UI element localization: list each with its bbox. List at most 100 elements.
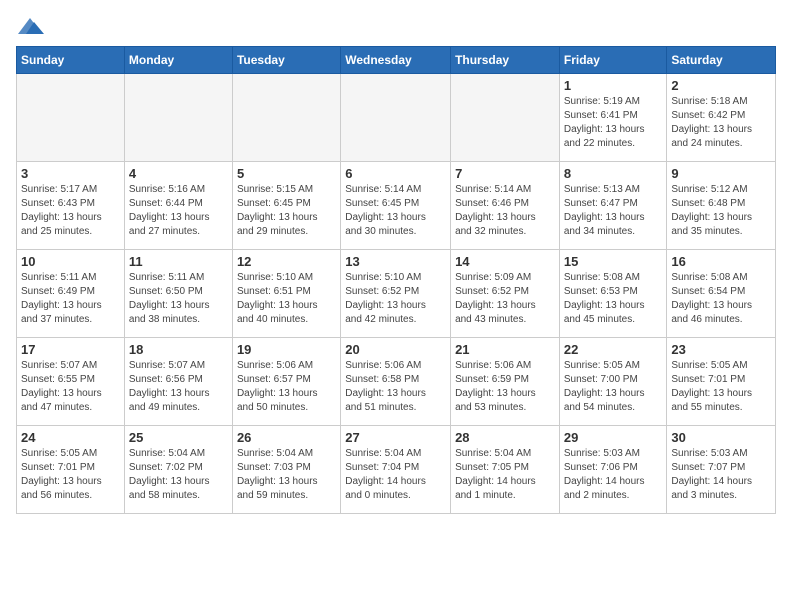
day-cell: 6 Sunrise: 5:14 AM Sunset: 6:45 PM Daylig…: [341, 162, 451, 250]
day-number: 15: [564, 254, 663, 269]
calendar: SundayMondayTuesdayWednesdayThursdayFrid…: [16, 46, 776, 514]
day-info: Sunrise: 5:05 AM Sunset: 7:01 PM Dayligh…: [671, 359, 771, 415]
day-number: 16: [671, 254, 771, 269]
day-cell: 21 Sunrise: 5:06 AM Sunset: 6:59 PM Dayli…: [451, 338, 560, 426]
day-info: Sunrise: 5:04 AM Sunset: 7:03 PM Dayligh…: [237, 447, 336, 503]
day-cell: 7 Sunrise: 5:14 AM Sunset: 6:46 PM Daylig…: [451, 162, 560, 250]
day-cell: 2 Sunrise: 5:18 AM Sunset: 6:42 PM Daylig…: [667, 74, 776, 162]
day-header-thursday: Thursday: [451, 47, 560, 74]
day-info: Sunrise: 5:03 AM Sunset: 7:07 PM Dayligh…: [671, 447, 771, 503]
day-info: Sunrise: 5:04 AM Sunset: 7:04 PM Dayligh…: [345, 447, 446, 503]
day-number: 10: [21, 254, 120, 269]
day-cell: 25 Sunrise: 5:04 AM Sunset: 7:02 PM Dayli…: [124, 426, 232, 514]
day-info: Sunrise: 5:06 AM Sunset: 6:59 PM Dayligh…: [455, 359, 555, 415]
day-info: Sunrise: 5:05 AM Sunset: 7:00 PM Dayligh…: [564, 359, 663, 415]
day-info: Sunrise: 5:08 AM Sunset: 6:53 PM Dayligh…: [564, 271, 663, 327]
day-number: 17: [21, 342, 120, 357]
day-header-wednesday: Wednesday: [341, 47, 451, 74]
day-number: 18: [129, 342, 228, 357]
day-cell: [17, 74, 125, 162]
day-cell: 17 Sunrise: 5:07 AM Sunset: 6:55 PM Dayli…: [17, 338, 125, 426]
day-info: Sunrise: 5:12 AM Sunset: 6:48 PM Dayligh…: [671, 183, 771, 239]
day-info: Sunrise: 5:11 AM Sunset: 6:50 PM Dayligh…: [129, 271, 228, 327]
day-info: Sunrise: 5:10 AM Sunset: 6:52 PM Dayligh…: [345, 271, 446, 327]
week-row-4: 17 Sunrise: 5:07 AM Sunset: 6:55 PM Dayli…: [17, 338, 776, 426]
day-cell: 23 Sunrise: 5:05 AM Sunset: 7:01 PM Dayli…: [667, 338, 776, 426]
day-cell: 20Sunrise: 5:06 AM Sunset: 6:58 PM Dayli…: [341, 338, 451, 426]
day-number: 4: [129, 166, 228, 181]
day-header-friday: Friday: [559, 47, 667, 74]
day-number: 20: [345, 342, 446, 357]
day-info: Sunrise: 5:11 AM Sunset: 6:49 PM Dayligh…: [21, 271, 120, 327]
day-cell: 22 Sunrise: 5:05 AM Sunset: 7:00 PM Dayli…: [559, 338, 667, 426]
day-cell: [232, 74, 340, 162]
day-number: 9: [671, 166, 771, 181]
day-info: Sunrise: 5:03 AM Sunset: 7:06 PM Dayligh…: [564, 447, 663, 503]
day-cell: 26 Sunrise: 5:04 AM Sunset: 7:03 PM Dayli…: [232, 426, 340, 514]
day-info: Sunrise: 5:09 AM Sunset: 6:52 PM Dayligh…: [455, 271, 555, 327]
day-number: 5: [237, 166, 336, 181]
day-number: 8: [564, 166, 663, 181]
day-info: Sunrise: 5:07 AM Sunset: 6:55 PM Dayligh…: [21, 359, 120, 415]
day-info: Sunrise: 5:04 AM Sunset: 7:05 PM Dayligh…: [455, 447, 555, 503]
day-number: 11: [129, 254, 228, 269]
day-cell: 14 Sunrise: 5:09 AM Sunset: 6:52 PM Dayli…: [451, 250, 560, 338]
day-cell: 19Sunrise: 5:06 AM Sunset: 6:57 PM Dayli…: [232, 338, 340, 426]
day-number: 6: [345, 166, 446, 181]
day-cell: 11 Sunrise: 5:11 AM Sunset: 6:50 PM Dayli…: [124, 250, 232, 338]
day-cell: 12 Sunrise: 5:10 AM Sunset: 6:51 PM Dayli…: [232, 250, 340, 338]
week-row-1: 1 Sunrise: 5:19 AM Sunset: 6:41 PM Daylig…: [17, 74, 776, 162]
day-info: Sunrise: 5:16 AM Sunset: 6:44 PM Dayligh…: [129, 183, 228, 239]
day-cell: 10 Sunrise: 5:11 AM Sunset: 6:49 PM Dayli…: [17, 250, 125, 338]
header: [16, 16, 776, 38]
logo: [16, 16, 48, 38]
day-number: 21: [455, 342, 555, 357]
day-cell: 1 Sunrise: 5:19 AM Sunset: 6:41 PM Daylig…: [559, 74, 667, 162]
day-header-sunday: Sunday: [17, 47, 125, 74]
day-info: Sunrise: 5:19 AM Sunset: 6:41 PM Dayligh…: [564, 95, 663, 151]
logo-icon: [16, 16, 44, 38]
day-info: Sunrise: 5:14 AM Sunset: 6:46 PM Dayligh…: [455, 183, 555, 239]
day-info: Sunrise: 5:08 AM Sunset: 6:54 PM Dayligh…: [671, 271, 771, 327]
week-row-2: 3Sunrise: 5:17 AM Sunset: 6:43 PM Daylig…: [17, 162, 776, 250]
day-cell: 3Sunrise: 5:17 AM Sunset: 6:43 PM Daylig…: [17, 162, 125, 250]
day-number: 7: [455, 166, 555, 181]
day-info: Sunrise: 5:18 AM Sunset: 6:42 PM Dayligh…: [671, 95, 771, 151]
day-number: 29: [564, 430, 663, 445]
day-cell: [341, 74, 451, 162]
day-number: 23: [671, 342, 771, 357]
day-info: Sunrise: 5:14 AM Sunset: 6:45 PM Dayligh…: [345, 183, 446, 239]
day-info: Sunrise: 5:04 AM Sunset: 7:02 PM Dayligh…: [129, 447, 228, 503]
day-number: 26: [237, 430, 336, 445]
day-number: 30: [671, 430, 771, 445]
day-info: Sunrise: 5:10 AM Sunset: 6:51 PM Dayligh…: [237, 271, 336, 327]
day-cell: 18Sunrise: 5:07 AM Sunset: 6:56 PM Dayli…: [124, 338, 232, 426]
day-cell: 5 Sunrise: 5:15 AM Sunset: 6:45 PM Daylig…: [232, 162, 340, 250]
day-cell: 16 Sunrise: 5:08 AM Sunset: 6:54 PM Dayli…: [667, 250, 776, 338]
day-cell: 27 Sunrise: 5:04 AM Sunset: 7:04 PM Dayli…: [341, 426, 451, 514]
day-cell: 29 Sunrise: 5:03 AM Sunset: 7:06 PM Dayli…: [559, 426, 667, 514]
day-number: 19: [237, 342, 336, 357]
day-cell: [124, 74, 232, 162]
day-header-monday: Monday: [124, 47, 232, 74]
day-number: 12: [237, 254, 336, 269]
day-number: 25: [129, 430, 228, 445]
day-cell: 9 Sunrise: 5:12 AM Sunset: 6:48 PM Daylig…: [667, 162, 776, 250]
day-cell: 28Sunrise: 5:04 AM Sunset: 7:05 PM Dayli…: [451, 426, 560, 514]
day-number: 2: [671, 78, 771, 93]
day-number: 24: [21, 430, 120, 445]
day-header-saturday: Saturday: [667, 47, 776, 74]
day-number: 1: [564, 78, 663, 93]
day-cell: 24Sunrise: 5:05 AM Sunset: 7:01 PM Dayli…: [17, 426, 125, 514]
header-row: SundayMondayTuesdayWednesdayThursdayFrid…: [17, 47, 776, 74]
day-cell: 8 Sunrise: 5:13 AM Sunset: 6:47 PM Daylig…: [559, 162, 667, 250]
day-number: 13: [345, 254, 446, 269]
day-cell: 30 Sunrise: 5:03 AM Sunset: 7:07 PM Dayli…: [667, 426, 776, 514]
day-number: 22: [564, 342, 663, 357]
week-row-3: 10 Sunrise: 5:11 AM Sunset: 6:49 PM Dayli…: [17, 250, 776, 338]
day-info: Sunrise: 5:13 AM Sunset: 6:47 PM Dayligh…: [564, 183, 663, 239]
day-number: 14: [455, 254, 555, 269]
day-number: 27: [345, 430, 446, 445]
day-info: Sunrise: 5:15 AM Sunset: 6:45 PM Dayligh…: [237, 183, 336, 239]
day-info: Sunrise: 5:17 AM Sunset: 6:43 PM Dayligh…: [21, 183, 120, 239]
